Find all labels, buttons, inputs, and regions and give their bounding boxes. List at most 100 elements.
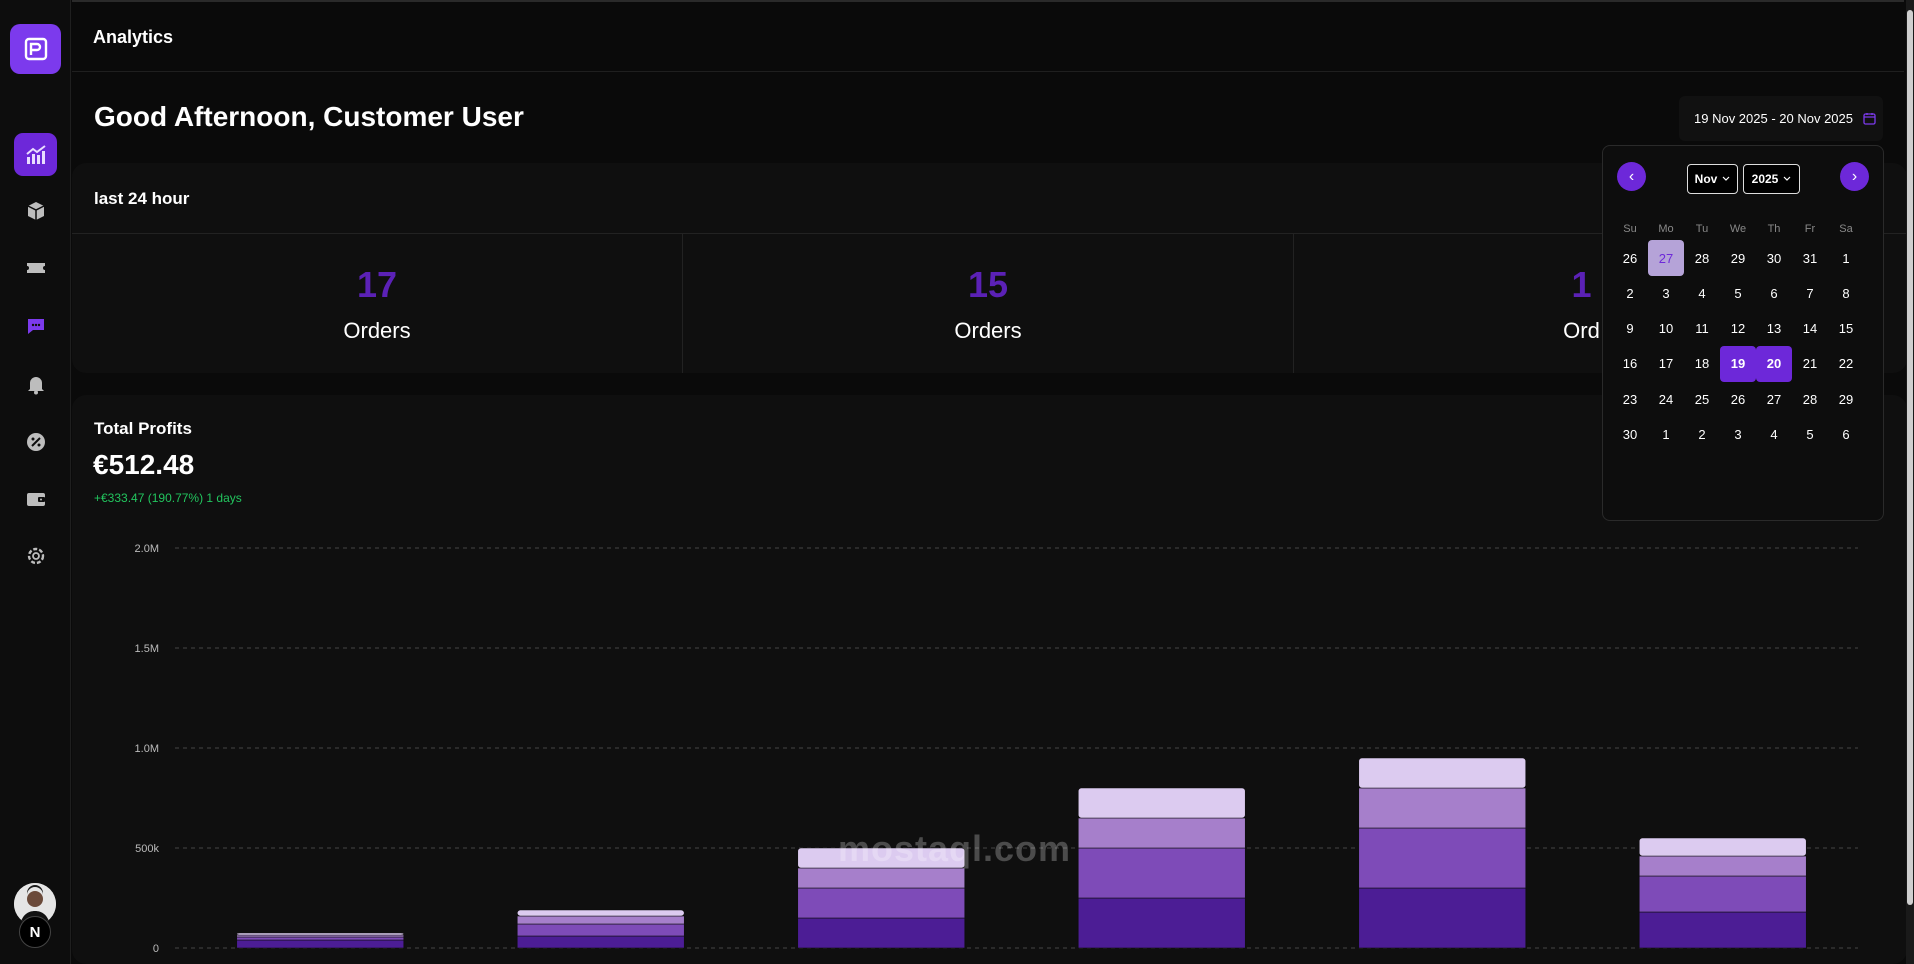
bar-segment[interactable] xyxy=(1358,827,1527,889)
y-tick-label: 1.0M xyxy=(135,743,159,755)
calendar-day[interactable]: 20 xyxy=(1756,345,1792,382)
calendar-day[interactable]: 17 xyxy=(1648,346,1684,382)
bar-segment[interactable] xyxy=(1638,837,1807,857)
calendar-day[interactable]: 28 xyxy=(1792,381,1828,417)
calendar-day[interactable]: 18 xyxy=(1684,346,1720,382)
bar-segment[interactable] xyxy=(1077,817,1246,849)
calendar-day[interactable]: 11 xyxy=(1684,311,1720,347)
chat-icon xyxy=(27,318,44,334)
bar-segment[interactable] xyxy=(1358,787,1527,829)
calendar-day[interactable]: 23 xyxy=(1612,381,1648,417)
bar-segment[interactable] xyxy=(1077,897,1246,949)
calendar-day[interactable]: 3 xyxy=(1720,417,1756,453)
calendar-day[interactable]: 31 xyxy=(1792,240,1828,276)
calendar-day[interactable]: 13 xyxy=(1756,311,1792,347)
scrollbar-thumb[interactable] xyxy=(1907,10,1913,905)
date-range-picker[interactable]: 19 Nov 2025 - 20 Nov 2025 xyxy=(1679,96,1883,141)
stat-orders-2: 15 Orders xyxy=(683,234,1294,373)
calendar-day[interactable]: 24 xyxy=(1648,381,1684,417)
calendar-day[interactable]: 26 xyxy=(1612,240,1648,276)
calendar-day[interactable]: 27 xyxy=(1756,381,1792,417)
calendar-day[interactable]: 3 xyxy=(1648,275,1684,311)
bar-segment[interactable] xyxy=(797,917,966,949)
calendar-day[interactable]: 4 xyxy=(1756,417,1792,453)
sidebar-item-products[interactable] xyxy=(14,189,57,232)
bar-segment[interactable] xyxy=(797,887,966,919)
sidebar-item-analytics[interactable] xyxy=(14,133,57,176)
y-tick-label: 1.5M xyxy=(135,643,159,655)
calendar-day[interactable]: 6 xyxy=(1756,275,1792,311)
bar-segment[interactable] xyxy=(1638,855,1807,877)
weekday-label: Sa xyxy=(1839,223,1853,235)
bar-segment[interactable] xyxy=(516,935,685,949)
bar-segment[interactable] xyxy=(1358,887,1527,949)
calendar-day[interactable]: 10 xyxy=(1648,311,1684,347)
weekday-label: We xyxy=(1729,223,1747,235)
calendar-day[interactable]: 1 xyxy=(1648,417,1684,453)
sidebar-item-notifications[interactable] xyxy=(14,362,57,405)
bar-segment[interactable] xyxy=(516,909,685,917)
weekday-label: Su xyxy=(1623,223,1637,235)
calendar-day[interactable]: 5 xyxy=(1720,275,1756,311)
stat-value: 15 xyxy=(967,264,1009,305)
page-scrollbar[interactable] xyxy=(1906,0,1914,964)
weekday-label: Fr xyxy=(1804,223,1816,235)
sidebar-item-messages[interactable] xyxy=(14,304,57,347)
sidebar-item-wallet[interactable] xyxy=(14,477,57,520)
y-tick-label: 0 xyxy=(153,943,159,955)
bar-segment[interactable] xyxy=(1077,847,1246,899)
stat-label: Orders xyxy=(954,318,1022,343)
topbar: Analytics xyxy=(72,0,1904,72)
ticket-icon xyxy=(26,262,45,273)
bar-segment[interactable] xyxy=(1638,875,1807,913)
date-range-label: 19 Nov 2025 - 20 Nov 2025 xyxy=(1694,111,1853,126)
sidebar-item-settings[interactable] xyxy=(14,534,57,577)
bar-segment[interactable] xyxy=(236,939,405,949)
calendar-day[interactable]: 29 xyxy=(1720,240,1756,276)
calendar-day[interactable]: 4 xyxy=(1684,275,1720,311)
bar-segment[interactable] xyxy=(516,923,685,937)
sidebar-item-discounts[interactable] xyxy=(14,420,57,463)
calendar-day[interactable]: 22 xyxy=(1828,346,1864,382)
calendar-day[interactable]: 16 xyxy=(1612,346,1648,382)
bar-segment[interactable] xyxy=(236,932,405,936)
calendar-day[interactable]: 28 xyxy=(1684,240,1720,276)
calendar-day[interactable]: 12 xyxy=(1720,311,1756,347)
stat-value: 17 xyxy=(356,264,398,305)
bar-segment[interactable] xyxy=(1077,787,1246,819)
calendar-day[interactable]: 30 xyxy=(1756,240,1792,276)
bar-segment[interactable] xyxy=(516,915,685,925)
calendar-day[interactable]: 19 xyxy=(1720,345,1756,382)
prev-month-button[interactable]: ‹ xyxy=(1617,162,1646,191)
calendar-day[interactable]: 2 xyxy=(1612,275,1648,311)
wallet-icon xyxy=(26,492,45,506)
calendar-day[interactable]: 5 xyxy=(1792,417,1828,453)
calendar-day[interactable]: 15 xyxy=(1828,311,1864,347)
calendar-day[interactable]: 25 xyxy=(1684,381,1720,417)
calendar-day[interactable]: 27 xyxy=(1648,240,1684,276)
calendar-day[interactable]: 7 xyxy=(1792,275,1828,311)
calendar-day[interactable]: 30 xyxy=(1612,417,1648,453)
greeting-heading: Good Afternoon, Customer User xyxy=(94,101,524,132)
calendar-day[interactable]: 21 xyxy=(1792,346,1828,382)
chevron-down-icon xyxy=(1783,176,1791,181)
n-badge[interactable]: N xyxy=(19,916,51,948)
calendar-day[interactable]: 2 xyxy=(1684,417,1720,453)
calendar-day[interactable]: 26 xyxy=(1720,381,1756,417)
bar-segment[interactable] xyxy=(1638,911,1807,949)
calendar-day[interactable]: 8 xyxy=(1828,275,1864,311)
year-select[interactable]: 2025 xyxy=(1743,164,1800,194)
next-month-button[interactable]: › xyxy=(1840,162,1869,191)
sidebar-item-tickets[interactable] xyxy=(14,246,57,289)
bar-segment[interactable] xyxy=(1358,757,1527,789)
calendar-day[interactable]: 14 xyxy=(1792,311,1828,347)
calendar-day[interactable]: 29 xyxy=(1828,381,1864,417)
bar-segment[interactable] xyxy=(797,867,966,889)
bar-segment[interactable] xyxy=(236,936,405,941)
calendar-day[interactable]: 1 xyxy=(1828,240,1864,276)
calendar-icon xyxy=(1863,113,1876,125)
app-logo[interactable] xyxy=(10,24,61,74)
calendar-day[interactable]: 9 xyxy=(1612,311,1648,347)
calendar-day[interactable]: 6 xyxy=(1828,417,1864,453)
month-select[interactable]: Nov xyxy=(1687,164,1738,194)
